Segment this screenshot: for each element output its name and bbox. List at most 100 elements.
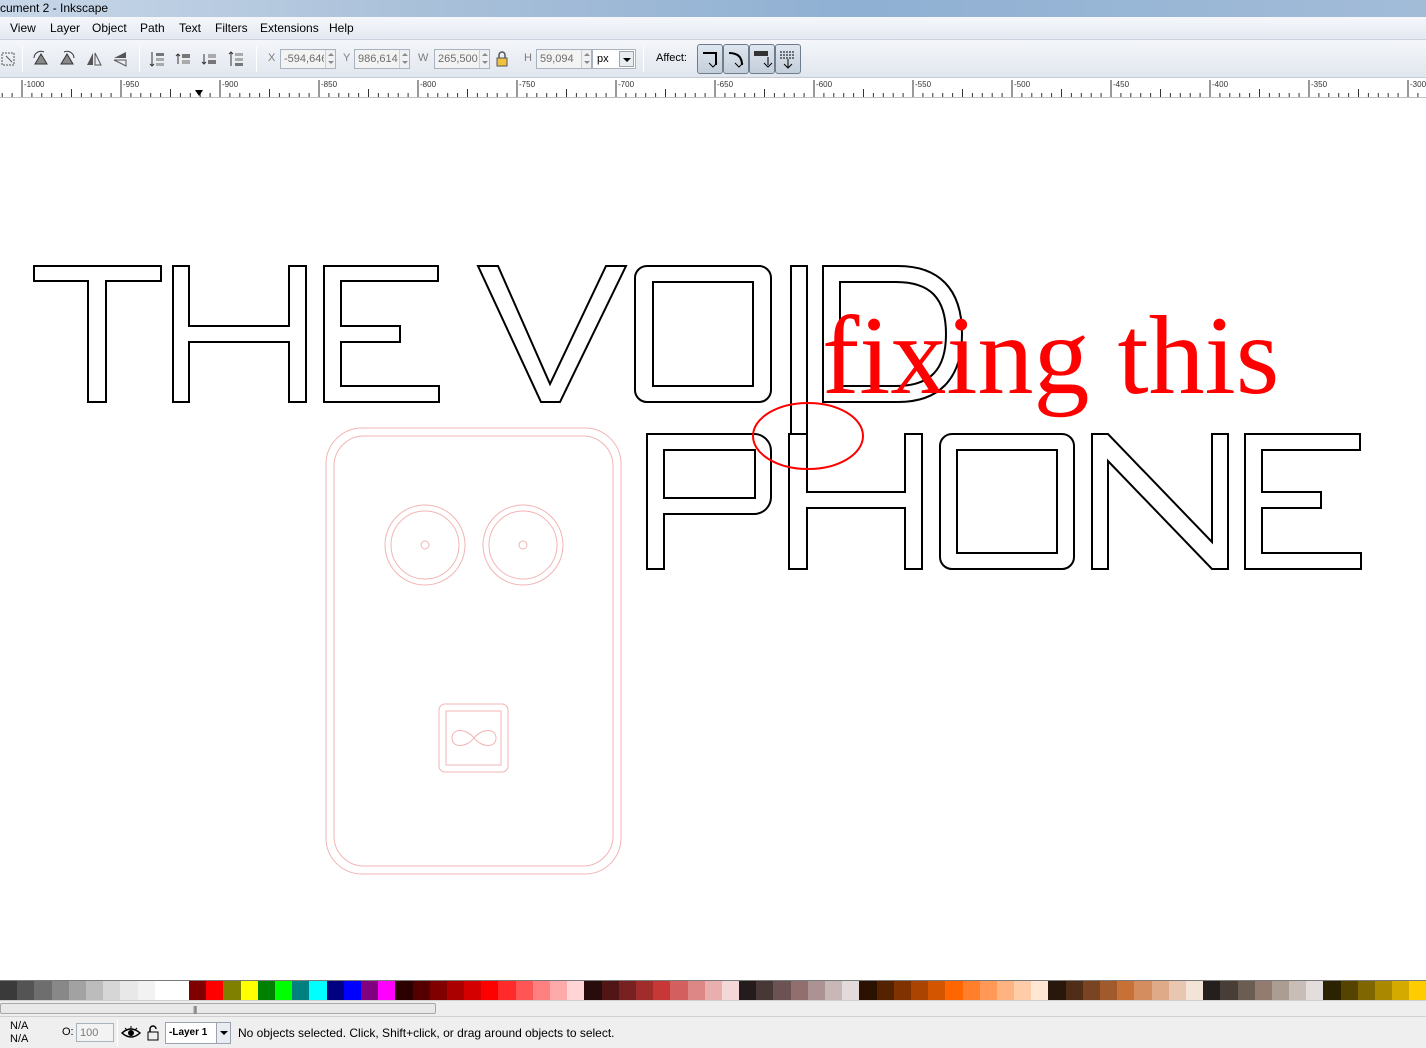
color-swatch[interactable]	[240, 981, 258, 1000]
y-field[interactable]: 986,614	[354, 49, 410, 69]
color-swatch[interactable]	[481, 981, 499, 1000]
height-field[interactable]: 59,094	[536, 49, 592, 69]
color-swatch[interactable]	[979, 981, 997, 1000]
menu-text[interactable]: Text	[179, 21, 201, 36]
color-swatch[interactable]	[51, 981, 69, 1000]
color-swatch[interactable]	[532, 981, 550, 1000]
color-swatch[interactable]	[670, 981, 688, 1000]
color-swatch[interactable]	[1168, 981, 1186, 1000]
color-swatch[interactable]	[1065, 981, 1083, 1000]
color-swatch[interactable]	[1014, 981, 1032, 1000]
color-swatch[interactable]	[103, 981, 121, 1000]
color-swatch[interactable]	[618, 981, 636, 1000]
color-swatch[interactable]	[120, 981, 138, 1000]
color-swatch[interactable]	[1082, 981, 1100, 1000]
color-swatch[interactable]	[1357, 981, 1375, 1000]
flip-vertical-icon[interactable]	[111, 50, 129, 68]
color-swatch[interactable]	[1375, 981, 1393, 1000]
scrollbar-thumb[interactable]: |||	[0, 1003, 436, 1014]
color-swatch[interactable]	[34, 981, 52, 1000]
color-swatch[interactable]	[635, 981, 654, 1000]
color-swatch[interactable]	[189, 981, 207, 1000]
color-swatch[interactable]	[567, 981, 585, 1000]
color-swatch[interactable]	[171, 981, 190, 1000]
color-swatch[interactable]	[223, 981, 241, 1000]
menu-view[interactable]: View	[10, 21, 36, 36]
color-swatch[interactable]	[1392, 981, 1410, 1000]
color-swatch[interactable]	[687, 981, 705, 1000]
color-swatch[interactable]	[360, 981, 379, 1000]
color-swatch[interactable]	[68, 981, 86, 1000]
unit-select[interactable]: px	[592, 49, 636, 69]
color-swatch[interactable]	[1323, 981, 1341, 1000]
color-swatch[interactable]	[498, 981, 516, 1000]
color-swatch[interactable]	[704, 981, 722, 1000]
menu-help[interactable]: Help	[329, 21, 354, 36]
color-swatch[interactable]	[756, 981, 774, 1000]
color-swatch[interactable]	[1340, 981, 1358, 1000]
fill-indicator[interactable]: N/A	[10, 1020, 28, 1033]
color-swatch[interactable]	[721, 981, 740, 1000]
color-swatch[interactable]	[1203, 981, 1221, 1000]
color-swatch[interactable]	[1409, 981, 1426, 1000]
color-swatch[interactable]	[601, 981, 619, 1000]
rotate-cw-icon[interactable]	[58, 50, 76, 68]
color-swatch[interactable]	[1237, 981, 1255, 1000]
menu-layer[interactable]: Layer	[50, 21, 80, 36]
color-swatch[interactable]	[1048, 981, 1066, 1000]
color-swatch[interactable]	[1254, 981, 1272, 1000]
color-swatch[interactable]	[1100, 981, 1118, 1000]
color-swatch[interactable]	[825, 981, 843, 1000]
flip-horizontal-icon[interactable]	[85, 50, 103, 68]
color-swatch[interactable]	[859, 981, 877, 1000]
scale-corners-button[interactable]	[723, 44, 749, 74]
color-swatch[interactable]	[343, 981, 361, 1000]
color-swatch[interactable]	[1289, 981, 1307, 1000]
select-all-icon[interactable]	[0, 50, 18, 68]
color-swatch[interactable]	[515, 981, 533, 1000]
color-swatch[interactable]	[790, 981, 808, 1000]
menu-filters[interactable]: Filters	[215, 21, 248, 36]
color-swatch[interactable]	[17, 981, 35, 1000]
lower-icon[interactable]	[200, 50, 218, 68]
color-swatch[interactable]	[378, 981, 396, 1000]
color-swatch[interactable]	[928, 981, 946, 1000]
color-swatch[interactable]	[0, 981, 18, 1000]
color-swatch[interactable]	[137, 981, 155, 1000]
raise-icon[interactable]	[174, 50, 192, 68]
color-swatch[interactable]	[1134, 981, 1152, 1000]
color-swatch[interactable]	[309, 981, 327, 1000]
color-swatch[interactable]	[807, 981, 825, 1000]
eye-icon[interactable]	[121, 1025, 141, 1041]
rotate-ccw-icon[interactable]	[32, 50, 50, 68]
color-swatch[interactable]	[893, 981, 911, 1000]
lock-ratio-icon[interactable]	[495, 51, 509, 67]
color-swatch[interactable]	[395, 981, 413, 1000]
menu-path[interactable]: Path	[140, 21, 165, 36]
color-palette[interactable]	[0, 980, 1426, 1000]
color-swatch[interactable]	[1306, 981, 1324, 1000]
horizontal-ruler[interactable]: -1000 -950 -900 -850 -800 -750 -700 -650 -600 -55…	[0, 78, 1426, 98]
move-patterns-button[interactable]	[775, 44, 801, 74]
lock-icon[interactable]	[146, 1024, 160, 1041]
color-swatch[interactable]	[292, 981, 310, 1000]
raise-to-top-icon[interactable]	[148, 50, 166, 68]
move-gradients-button[interactable]	[749, 44, 775, 74]
scale-stroke-button[interactable]	[697, 44, 723, 74]
color-swatch[interactable]	[910, 981, 929, 1000]
color-swatch[interactable]	[429, 981, 447, 1000]
chevron-down-icon[interactable]	[216, 1023, 230, 1043]
drawing-canvas[interactable]: fixing this	[0, 98, 1426, 980]
color-swatch[interactable]	[962, 981, 980, 1000]
color-swatch[interactable]	[739, 981, 757, 1000]
color-swatch[interactable]	[653, 981, 671, 1000]
menu-object[interactable]: Object	[92, 21, 127, 36]
x-spin-arrows[interactable]	[325, 50, 335, 68]
color-swatch[interactable]	[1271, 981, 1290, 1000]
color-swatch[interactable]	[412, 981, 430, 1000]
current-layer-select[interactable]: -Layer 1	[165, 1022, 231, 1044]
color-swatch[interactable]	[257, 981, 275, 1000]
color-swatch[interactable]	[773, 981, 791, 1000]
menu-extensions[interactable]: Extensions	[260, 21, 319, 36]
color-swatch[interactable]	[154, 981, 172, 1000]
